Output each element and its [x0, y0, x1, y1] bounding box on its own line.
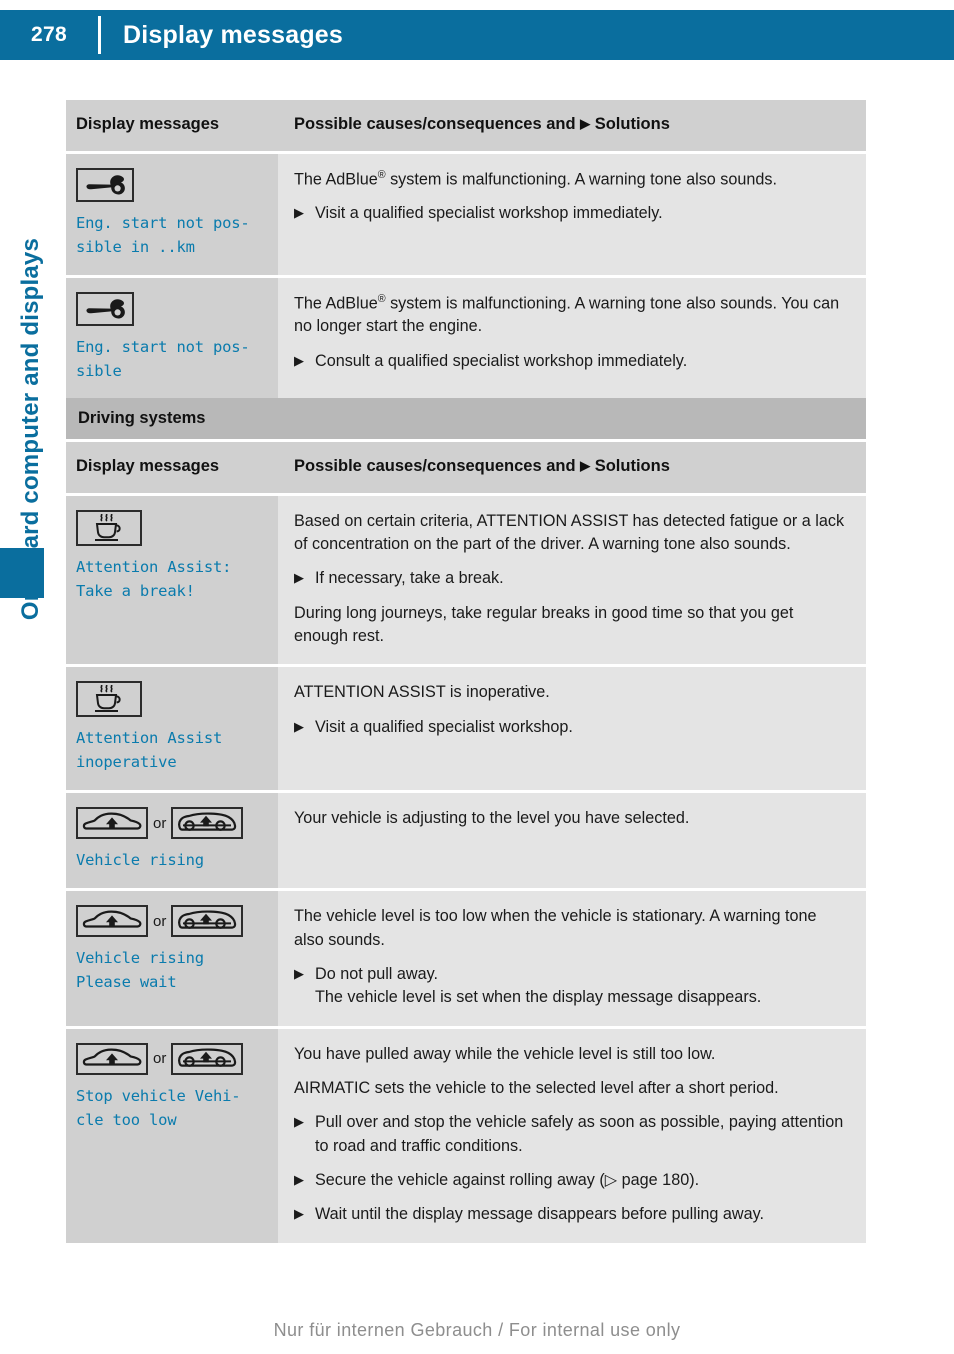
coffee-cup-icon [76, 681, 142, 718]
vehicle-rising-suv-icon [171, 905, 244, 938]
cause-paragraph: AIRMATIC sets the vehicle to the selecte… [294, 1078, 779, 1097]
display-message-cell: or Vehicle rising Please wait [66, 891, 278, 1026]
step-subtext: The vehicle level is set when the displa… [315, 988, 762, 1007]
display-message-cell: Eng. start not pos- sible [66, 277, 278, 399]
step-text: Secure the vehicle against rolling away … [315, 1170, 700, 1189]
causes-solutions-cell: ATTENTION ASSIST is inoperative. ▶ Visit… [278, 667, 866, 791]
display-message-text: Eng. start not pos- sible [76, 337, 250, 380]
table-row: or Stop vehicle Vehi- cle too low You ha… [66, 1025, 866, 1243]
display-message-text: Eng. start not pos- sible in ..km [76, 213, 250, 256]
vehicle-rising-suv-icon [171, 807, 244, 840]
step-triangle-icon: ▶ [294, 718, 304, 734]
step-text: Visit a qualified specialist workshop. [315, 717, 573, 736]
message-icon-group [76, 291, 268, 326]
step-text: Do not pull away. [315, 964, 438, 983]
display-message-cell: Attention Assist: Take a break! [66, 495, 278, 665]
cause-paragraph: The AdBlue® system is malfunctioning. A … [294, 168, 777, 189]
cause-paragraph: ATTENTION ASSIST is inoperative. [294, 683, 550, 702]
vehicle-rising-sedan-icon [76, 905, 148, 938]
solution-step: ▶ Visit a qualified specialist workshop … [294, 202, 850, 225]
message-icon-group: or [76, 807, 268, 840]
message-icon-group: or [76, 1042, 268, 1075]
step-text: Wait until the display message disappear… [315, 1205, 764, 1224]
solid-triangle-icon: ▶ [580, 116, 591, 131]
solid-triangle-icon: ▶ [580, 458, 591, 473]
vehicle-rising-suv-icon [171, 1042, 244, 1075]
table-header-row: Display messages Possible causes/consequ… [66, 100, 866, 151]
step-text: Visit a qualified specialist workshop im… [315, 204, 663, 223]
cause-paragraph: Based on certain criteria, ATTENTION ASS… [294, 511, 845, 553]
driving-systems-table: Driving systems Display messages Possibl… [66, 398, 866, 1243]
solution-step: ▶ If necessary, take a break. [294, 567, 850, 590]
wrench-icon [76, 167, 134, 202]
display-message-text: Attention Assist inoperative [76, 729, 223, 772]
step-triangle-icon: ▶ [294, 570, 304, 586]
chapter-tab-marker [0, 548, 44, 598]
display-message-text: Attention Assist: Take a break! [76, 557, 232, 600]
display-message-cell: Attention Assist inoperative [66, 667, 278, 791]
solution-step: ▶ Pull over and stop the vehicle safely … [294, 1111, 850, 1158]
causes-solutions-cell: The vehicle level is too low when the ve… [278, 891, 866, 1026]
vehicle-rising-sedan-icon [76, 807, 148, 840]
icon-or-label: or [153, 814, 167, 832]
causes-solutions-cell: You have pulled away while the vehicle l… [278, 1028, 866, 1243]
causes-solutions-cell: Based on certain criteria, ATTENTION ASS… [278, 495, 866, 665]
message-icon-group: or [76, 905, 268, 938]
solution-step: ▶ Consult a qualified specialist worksho… [294, 350, 850, 373]
table-row: Eng. start not pos- sible in ..km The Ad… [66, 150, 866, 275]
column-header-causes-solutions: Possible causes/consequences and ▶ Solut… [278, 100, 866, 151]
cause-paragraph: During long journeys, take regular break… [294, 603, 794, 645]
message-icon-group [76, 167, 268, 202]
table-row: Eng. start not pos- sible The AdBlue® sy… [66, 274, 866, 399]
column-header-display-messages: Display messages [66, 442, 278, 493]
display-message-text: Vehicle rising [76, 851, 204, 870]
step-triangle-icon: ▶ [294, 205, 304, 221]
step-triangle-icon: ▶ [294, 352, 304, 368]
display-message-text: Stop vehicle Vehi- cle too low [76, 1086, 241, 1129]
page-title: Display messages [123, 20, 343, 49]
icon-or-label: or [153, 1050, 167, 1068]
step-text: If necessary, take a break. [315, 569, 504, 588]
solution-step: ▶ Do not pull away. The vehicle level is… [294, 963, 850, 1010]
causes-solutions-cell: Your vehicle is adjusting to the level y… [278, 793, 866, 889]
table-row: or Vehicle rising Please wait The vehicl… [66, 888, 866, 1026]
chapter-sidebar: On-board computer and displays [0, 100, 62, 620]
column-header-causes-solutions: Possible causes/consequences and ▶ Solut… [278, 442, 866, 493]
message-icon-group [76, 681, 268, 718]
cause-paragraph: The AdBlue® system is malfunctioning. A … [294, 292, 840, 336]
table-row: Attention Assist inoperative ATTENTION A… [66, 664, 866, 791]
wrench-icon [76, 291, 134, 326]
step-triangle-icon: ▶ [294, 1206, 304, 1222]
cause-paragraph: Your vehicle is adjusting to the level y… [294, 809, 690, 828]
cause-paragraph: You have pulled away while the vehicle l… [294, 1044, 716, 1063]
step-triangle-icon: ▶ [294, 1114, 304, 1130]
display-messages-table-1: Display messages Possible causes/consequ… [66, 100, 866, 399]
display-message-cell: or Stop vehicle Vehi- cle too low [66, 1028, 278, 1243]
step-text: Consult a qualified specialist workshop … [315, 351, 688, 370]
message-icon-group [76, 509, 268, 546]
cause-paragraph: The vehicle level is too low when the ve… [294, 907, 817, 949]
table-row: or Vehicle rising Your vehicle is adjust… [66, 790, 866, 889]
table-header-row: Display messages Possible causes/consequ… [66, 442, 866, 493]
solution-step: ▶ Wait until the display message disappe… [294, 1203, 850, 1226]
page-header-bar: 278 Display messages [0, 10, 954, 60]
section-band-driving-systems: Driving systems [66, 398, 866, 439]
footer-notice: Nur für internen Gebrauch / For internal… [273, 1320, 681, 1340]
table-row: Attention Assist: Take a break! Based on… [66, 492, 866, 665]
column-header-display-messages: Display messages [66, 100, 278, 151]
display-message-cell: or Vehicle rising [66, 793, 278, 889]
solution-step: ▶ Secure the vehicle against rolling awa… [294, 1169, 850, 1192]
step-triangle-icon: ▶ [294, 965, 304, 981]
coffee-cup-icon [76, 509, 142, 546]
page-number: 278 [31, 23, 67, 46]
causes-solutions-cell: The AdBlue® system is malfunctioning. A … [278, 277, 866, 399]
causes-solutions-cell: The AdBlue® system is malfunctioning. A … [278, 153, 866, 275]
icon-or-label: or [153, 912, 167, 930]
step-triangle-icon: ▶ [294, 1171, 304, 1187]
step-text: Pull over and stop the vehicle safely as… [315, 1113, 844, 1155]
display-message-cell: Eng. start not pos- sible in ..km [66, 153, 278, 275]
vehicle-rising-sedan-icon [76, 1042, 148, 1075]
solution-step: ▶ Visit a qualified specialist workshop. [294, 716, 850, 739]
display-message-text: Vehicle rising Please wait [76, 949, 204, 992]
